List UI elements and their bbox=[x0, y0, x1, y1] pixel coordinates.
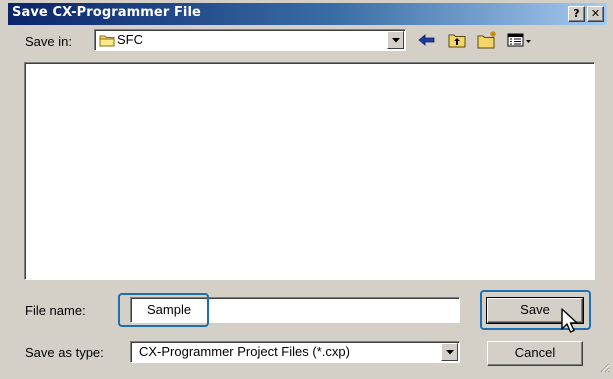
folder-icon bbox=[99, 33, 115, 50]
save-as-type-dropdown[interactable]: CX-Programmer Project Files (*.cxp) bbox=[130, 341, 460, 363]
cursor-pointer-icon bbox=[560, 307, 584, 338]
save-button-label: Save bbox=[520, 302, 550, 317]
dropdown-arrow-icon[interactable] bbox=[387, 31, 404, 49]
up-one-level-icon[interactable] bbox=[447, 31, 467, 49]
file-list[interactable] bbox=[24, 62, 595, 280]
view-menu-icon[interactable] bbox=[507, 32, 533, 50]
close-button[interactable]: ✕ bbox=[587, 6, 604, 22]
dropdown-arrow-icon[interactable] bbox=[441, 343, 458, 361]
save-file-dialog: Save CX-Programmer File ? ✕ Save in: SFC bbox=[0, 0, 613, 379]
file-name-value: Sample bbox=[147, 302, 192, 317]
window-title: Save CX-Programmer File bbox=[12, 5, 201, 20]
save-in-label: Save in: bbox=[25, 34, 72, 49]
back-arrow-icon[interactable] bbox=[417, 32, 437, 50]
cancel-button-label: Cancel bbox=[514, 345, 556, 360]
help-button[interactable]: ? bbox=[568, 6, 585, 22]
new-folder-icon[interactable] bbox=[477, 30, 499, 49]
cancel-button[interactable]: Cancel bbox=[487, 341, 583, 366]
file-name-input[interactable]: Sample bbox=[130, 297, 460, 323]
save-as-type-label: Save as type: bbox=[25, 345, 104, 360]
save-in-value: SFC bbox=[117, 32, 143, 47]
resize-grip-icon[interactable] bbox=[598, 361, 610, 376]
save-in-dropdown[interactable]: SFC bbox=[94, 29, 406, 51]
title-bar[interactable]: Save CX-Programmer File ? ✕ bbox=[8, 3, 607, 25]
file-name-label: File name: bbox=[25, 303, 86, 318]
save-as-type-value: CX-Programmer Project Files (*.cxp) bbox=[139, 344, 350, 359]
